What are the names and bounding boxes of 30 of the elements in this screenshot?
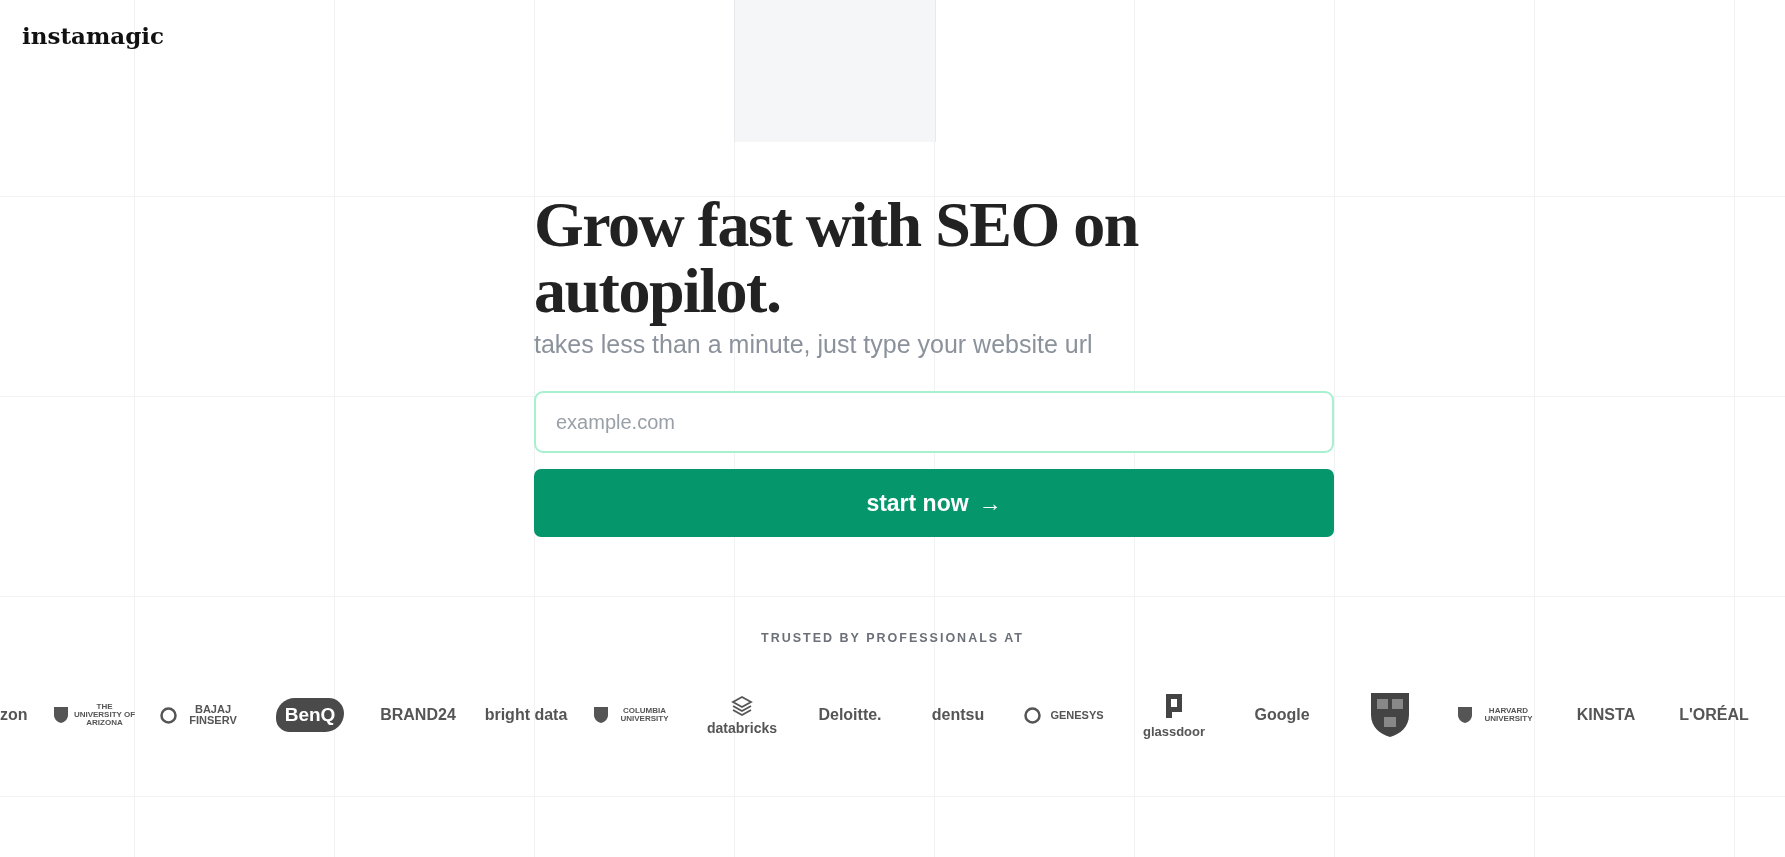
company-logo: BenQ — [275, 698, 345, 732]
crest-icon — [592, 706, 609, 724]
company-logo: L'ORÉAL — [1679, 706, 1749, 724]
company-logo: BAJAJ FINSERV — [188, 704, 238, 726]
company-logo: bright data — [484, 706, 568, 724]
company-logo: databricks — [706, 719, 777, 736]
company-logo: GENESYS — [1049, 709, 1105, 721]
company-logo: zon — [0, 706, 28, 724]
circle-icon — [1024, 706, 1041, 724]
layers-icon — [731, 694, 753, 717]
shield-icon — [1369, 691, 1411, 739]
url-field[interactable]: example.com — [534, 391, 1334, 453]
bracket-icon — [1163, 691, 1185, 721]
start-button[interactable]: start now → — [534, 469, 1334, 537]
company-logo: THE UNIVERSITY OF ARIZONA — [73, 703, 136, 727]
crest-icon — [52, 706, 69, 724]
company-logo: COLUMBIA UNIVERSITY — [619, 707, 670, 723]
brand-logo[interactable]: instamagic — [22, 22, 164, 49]
company-logo: KINSTA — [1576, 706, 1636, 724]
trusted-heading: TRUSTED BY PROFESSIONALS AT — [761, 631, 1024, 645]
circle-icon — [160, 706, 177, 724]
company-logo: BRAND24 — [380, 706, 456, 724]
company-logo: glassdoor — [1142, 724, 1206, 739]
company-logo: Google — [1254, 706, 1310, 724]
crest-icon — [1456, 706, 1473, 724]
company-logo: HARVARD UNIVERSITY — [1483, 707, 1534, 723]
company-logo: Deloitte. — [818, 706, 882, 724]
hero-title: Grow fast with SEO on autopilot. — [534, 192, 1140, 324]
hero-subtitle: takes less than a minute, just type your website url — [534, 330, 1094, 359]
company-logo: dentsu — [931, 706, 985, 724]
